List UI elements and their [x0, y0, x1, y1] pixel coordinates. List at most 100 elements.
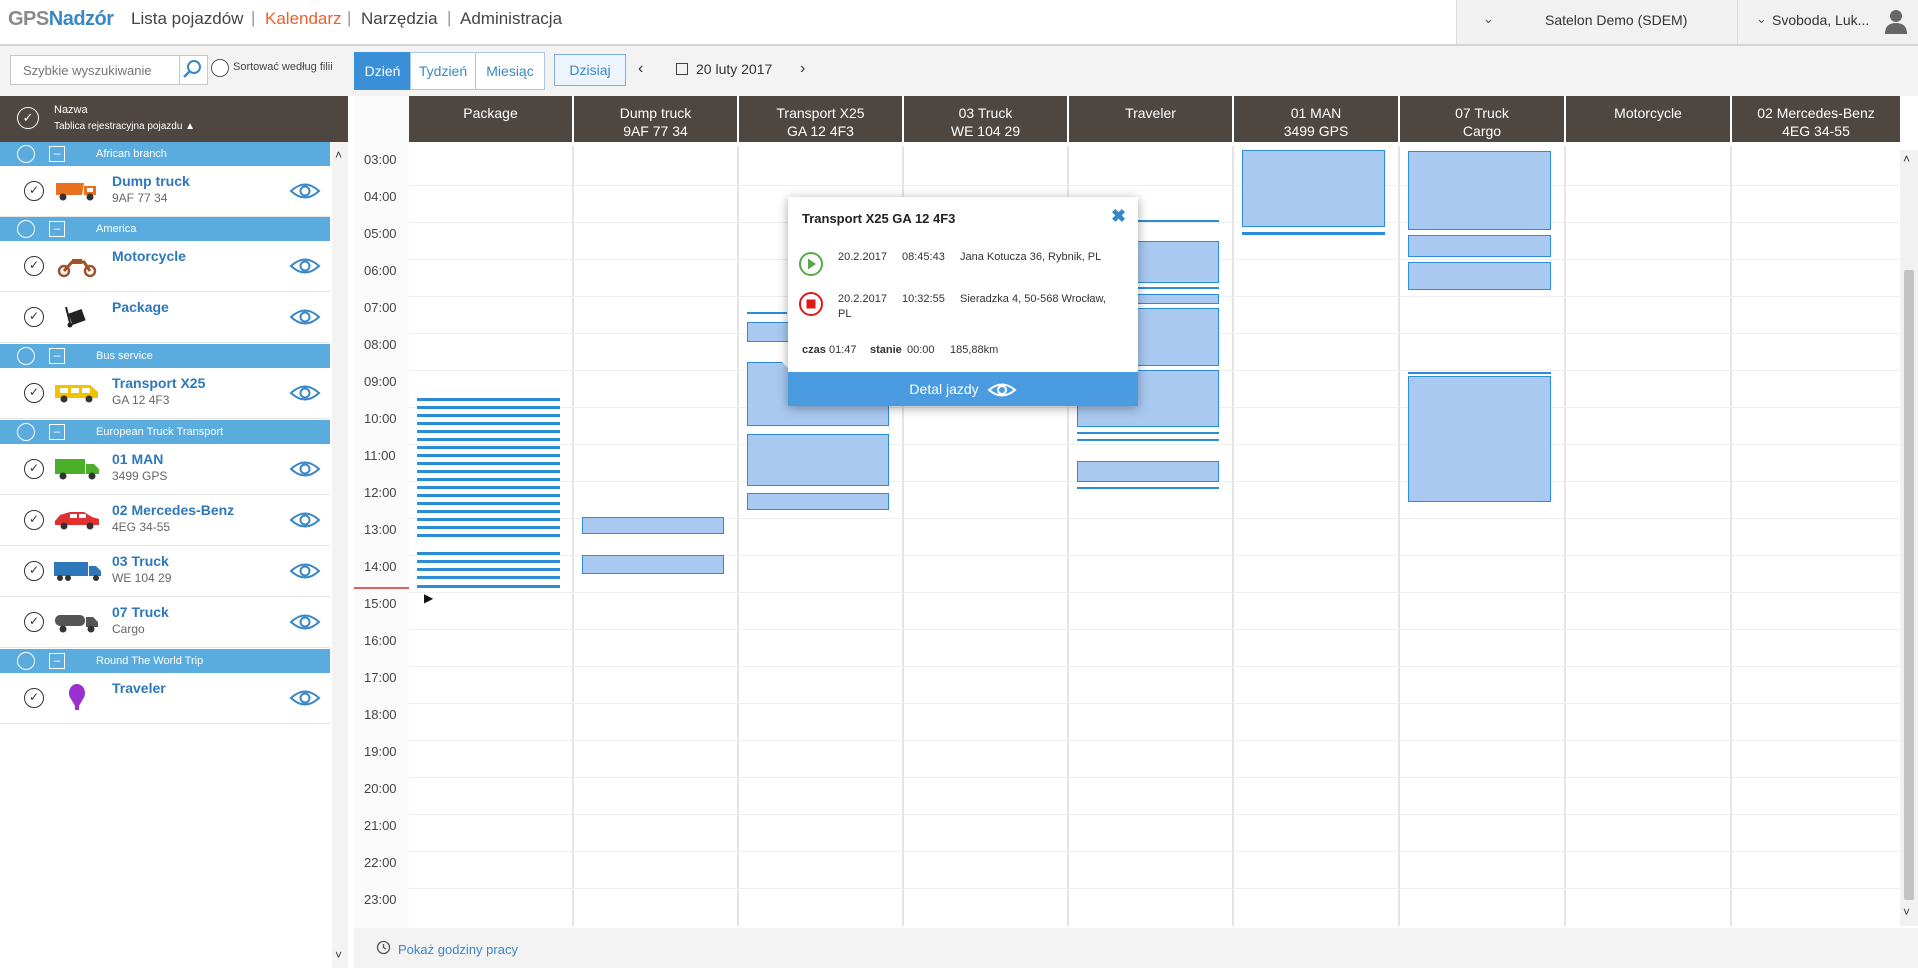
- view-week-button[interactable]: Tydzień: [410, 52, 476, 90]
- user-menu[interactable]: ⌄ Svoboda, Luk...: [1737, 0, 1918, 44]
- search-input[interactable]: [10, 55, 180, 85]
- trip-event[interactable]: [417, 560, 560, 563]
- search-button[interactable]: [180, 55, 208, 85]
- collapse-icon[interactable]: –: [49, 348, 65, 364]
- trip-event[interactable]: [417, 518, 560, 521]
- trip-event[interactable]: [417, 414, 560, 417]
- column-name-header[interactable]: Nazwa: [54, 104, 88, 116]
- collapse-icon[interactable]: –: [49, 653, 65, 669]
- collapse-icon[interactable]: –: [49, 146, 65, 162]
- scroll-up-icon[interactable]: ˄: [1903, 152, 1910, 166]
- group-checkbox[interactable]: [17, 423, 35, 441]
- prev-day-arrow-icon[interactable]: ‹: [638, 60, 643, 78]
- trip-event[interactable]: [417, 438, 560, 441]
- vehicle-name[interactable]: Motorcycle: [112, 248, 186, 264]
- trip-event[interactable]: [417, 510, 560, 513]
- trip-event[interactable]: [417, 398, 560, 401]
- column-plate-header[interactable]: Tablica rejestracyjna pojazdu ▲: [54, 121, 195, 132]
- eye-icon[interactable]: [289, 458, 321, 480]
- column-header[interactable]: Package: [409, 96, 572, 142]
- trip-event[interactable]: [417, 478, 560, 481]
- sort-by-branch-radio[interactable]: [211, 59, 229, 77]
- column-header[interactable]: Traveler: [1069, 96, 1232, 142]
- today-button[interactable]: Dzisiaj: [554, 54, 626, 86]
- nav-lista-pojazdow[interactable]: Lista pojazdów: [131, 9, 243, 29]
- trip-event[interactable]: [1077, 439, 1219, 441]
- vehicle-checkbox[interactable]: ✓: [24, 307, 44, 327]
- vehicle-row[interactable]: ✓ Package: [0, 292, 330, 343]
- view-day-button[interactable]: Dzień: [354, 52, 411, 90]
- nav-narzedzia[interactable]: Narzędzia: [361, 9, 438, 29]
- group-checkbox[interactable]: [17, 652, 35, 670]
- vehicle-name[interactable]: 03 Truck: [112, 553, 169, 569]
- left-scrollbar[interactable]: ˄ ˅: [332, 142, 348, 968]
- group-row[interactable]: – Round The World Trip: [0, 649, 330, 673]
- vehicle-checkbox[interactable]: ✓: [24, 612, 44, 632]
- vehicle-name[interactable]: Dump truck: [112, 173, 190, 189]
- trip-event[interactable]: [417, 430, 560, 433]
- eye-icon[interactable]: [289, 611, 321, 633]
- vehicle-name[interactable]: 01 MAN: [112, 451, 163, 467]
- trip-event[interactable]: [417, 576, 560, 579]
- vehicle-checkbox[interactable]: ✓: [24, 383, 44, 403]
- column-header[interactable]: 01 MAN 3499 GPS: [1234, 96, 1398, 142]
- vehicle-row[interactable]: ✓ 01 MAN 3499 GPS: [0, 444, 330, 495]
- vehicle-row[interactable]: ✓ Motorcycle: [0, 241, 330, 292]
- vehicle-row[interactable]: ✓ 07 Truck Cargo: [0, 597, 330, 648]
- vehicle-row[interactable]: ✓ 02 Mercedes-Benz 4EG 34-55: [0, 495, 330, 546]
- trip-event[interactable]: [747, 322, 789, 342]
- trip-detail-button[interactable]: Detal jazdy: [788, 372, 1138, 406]
- scroll-down-icon[interactable]: ˅: [335, 948, 342, 962]
- trip-event[interactable]: [417, 470, 560, 473]
- nav-administracja[interactable]: Administracja: [460, 9, 562, 29]
- vehicle-row[interactable]: ✓ 03 Truck WE 104 29: [0, 546, 330, 597]
- trip-event[interactable]: [417, 446, 560, 449]
- trip-event[interactable]: [1077, 432, 1219, 434]
- calendar-column[interactable]: [1234, 146, 1400, 926]
- column-header[interactable]: 02 Mercedes-Benz 4EG 34-55: [1732, 96, 1900, 142]
- group-row[interactable]: – European Truck Transport: [0, 420, 330, 444]
- vehicle-name[interactable]: Package: [112, 299, 169, 315]
- vehicle-checkbox[interactable]: ✓: [24, 181, 44, 201]
- trip-event[interactable]: [747, 312, 787, 314]
- trip-event[interactable]: [747, 434, 889, 486]
- vehicle-row[interactable]: ✓ Transport X25 GA 12 4F3: [0, 368, 330, 419]
- column-header[interactable]: 03 Truck WE 104 29: [904, 96, 1067, 142]
- trip-event[interactable]: [1242, 150, 1385, 227]
- trip-event[interactable]: [417, 494, 560, 497]
- trip-event[interactable]: [417, 502, 560, 505]
- nav-kalendarz[interactable]: Kalendarz: [265, 9, 342, 29]
- show-working-hours-link[interactable]: Pokaż godziny pracy: [398, 942, 518, 957]
- vehicle-checkbox[interactable]: ✓: [24, 256, 44, 276]
- trip-event[interactable]: [582, 555, 724, 574]
- trip-event[interactable]: [417, 406, 560, 409]
- collapse-icon[interactable]: –: [49, 221, 65, 237]
- eye-icon[interactable]: [289, 306, 321, 328]
- group-checkbox[interactable]: [17, 347, 35, 365]
- eye-icon[interactable]: [289, 382, 321, 404]
- vehicle-name[interactable]: 07 Truck: [112, 604, 169, 620]
- next-day-arrow-icon[interactable]: ›: [800, 60, 805, 78]
- trip-event[interactable]: [417, 462, 560, 465]
- view-month-button[interactable]: Miesiąc: [475, 52, 545, 90]
- trip-event[interactable]: [1408, 235, 1551, 257]
- eye-icon[interactable]: [289, 687, 321, 709]
- group-row[interactable]: – African branch: [0, 142, 330, 166]
- eye-icon[interactable]: [289, 509, 321, 531]
- calendar-column[interactable]: [1732, 146, 1900, 926]
- trip-event[interactable]: [417, 454, 560, 457]
- scroll-down-icon[interactable]: ˅: [1903, 905, 1910, 919]
- trip-event[interactable]: [417, 568, 560, 571]
- group-row[interactable]: – America: [0, 217, 330, 241]
- group-row[interactable]: – Bus service: [0, 344, 330, 368]
- calendar-column[interactable]: [1566, 146, 1732, 926]
- trip-event[interactable]: [417, 534, 560, 537]
- vehicle-checkbox[interactable]: ✓: [24, 561, 44, 581]
- trip-event[interactable]: [417, 526, 560, 529]
- trip-event[interactable]: [1242, 232, 1385, 235]
- select-all-checkbox[interactable]: ✓: [17, 107, 39, 129]
- trip-event[interactable]: [1408, 151, 1551, 230]
- scrollbar-thumb[interactable]: [1904, 270, 1914, 900]
- eye-icon[interactable]: [289, 180, 321, 202]
- trip-event[interactable]: [1408, 372, 1551, 374]
